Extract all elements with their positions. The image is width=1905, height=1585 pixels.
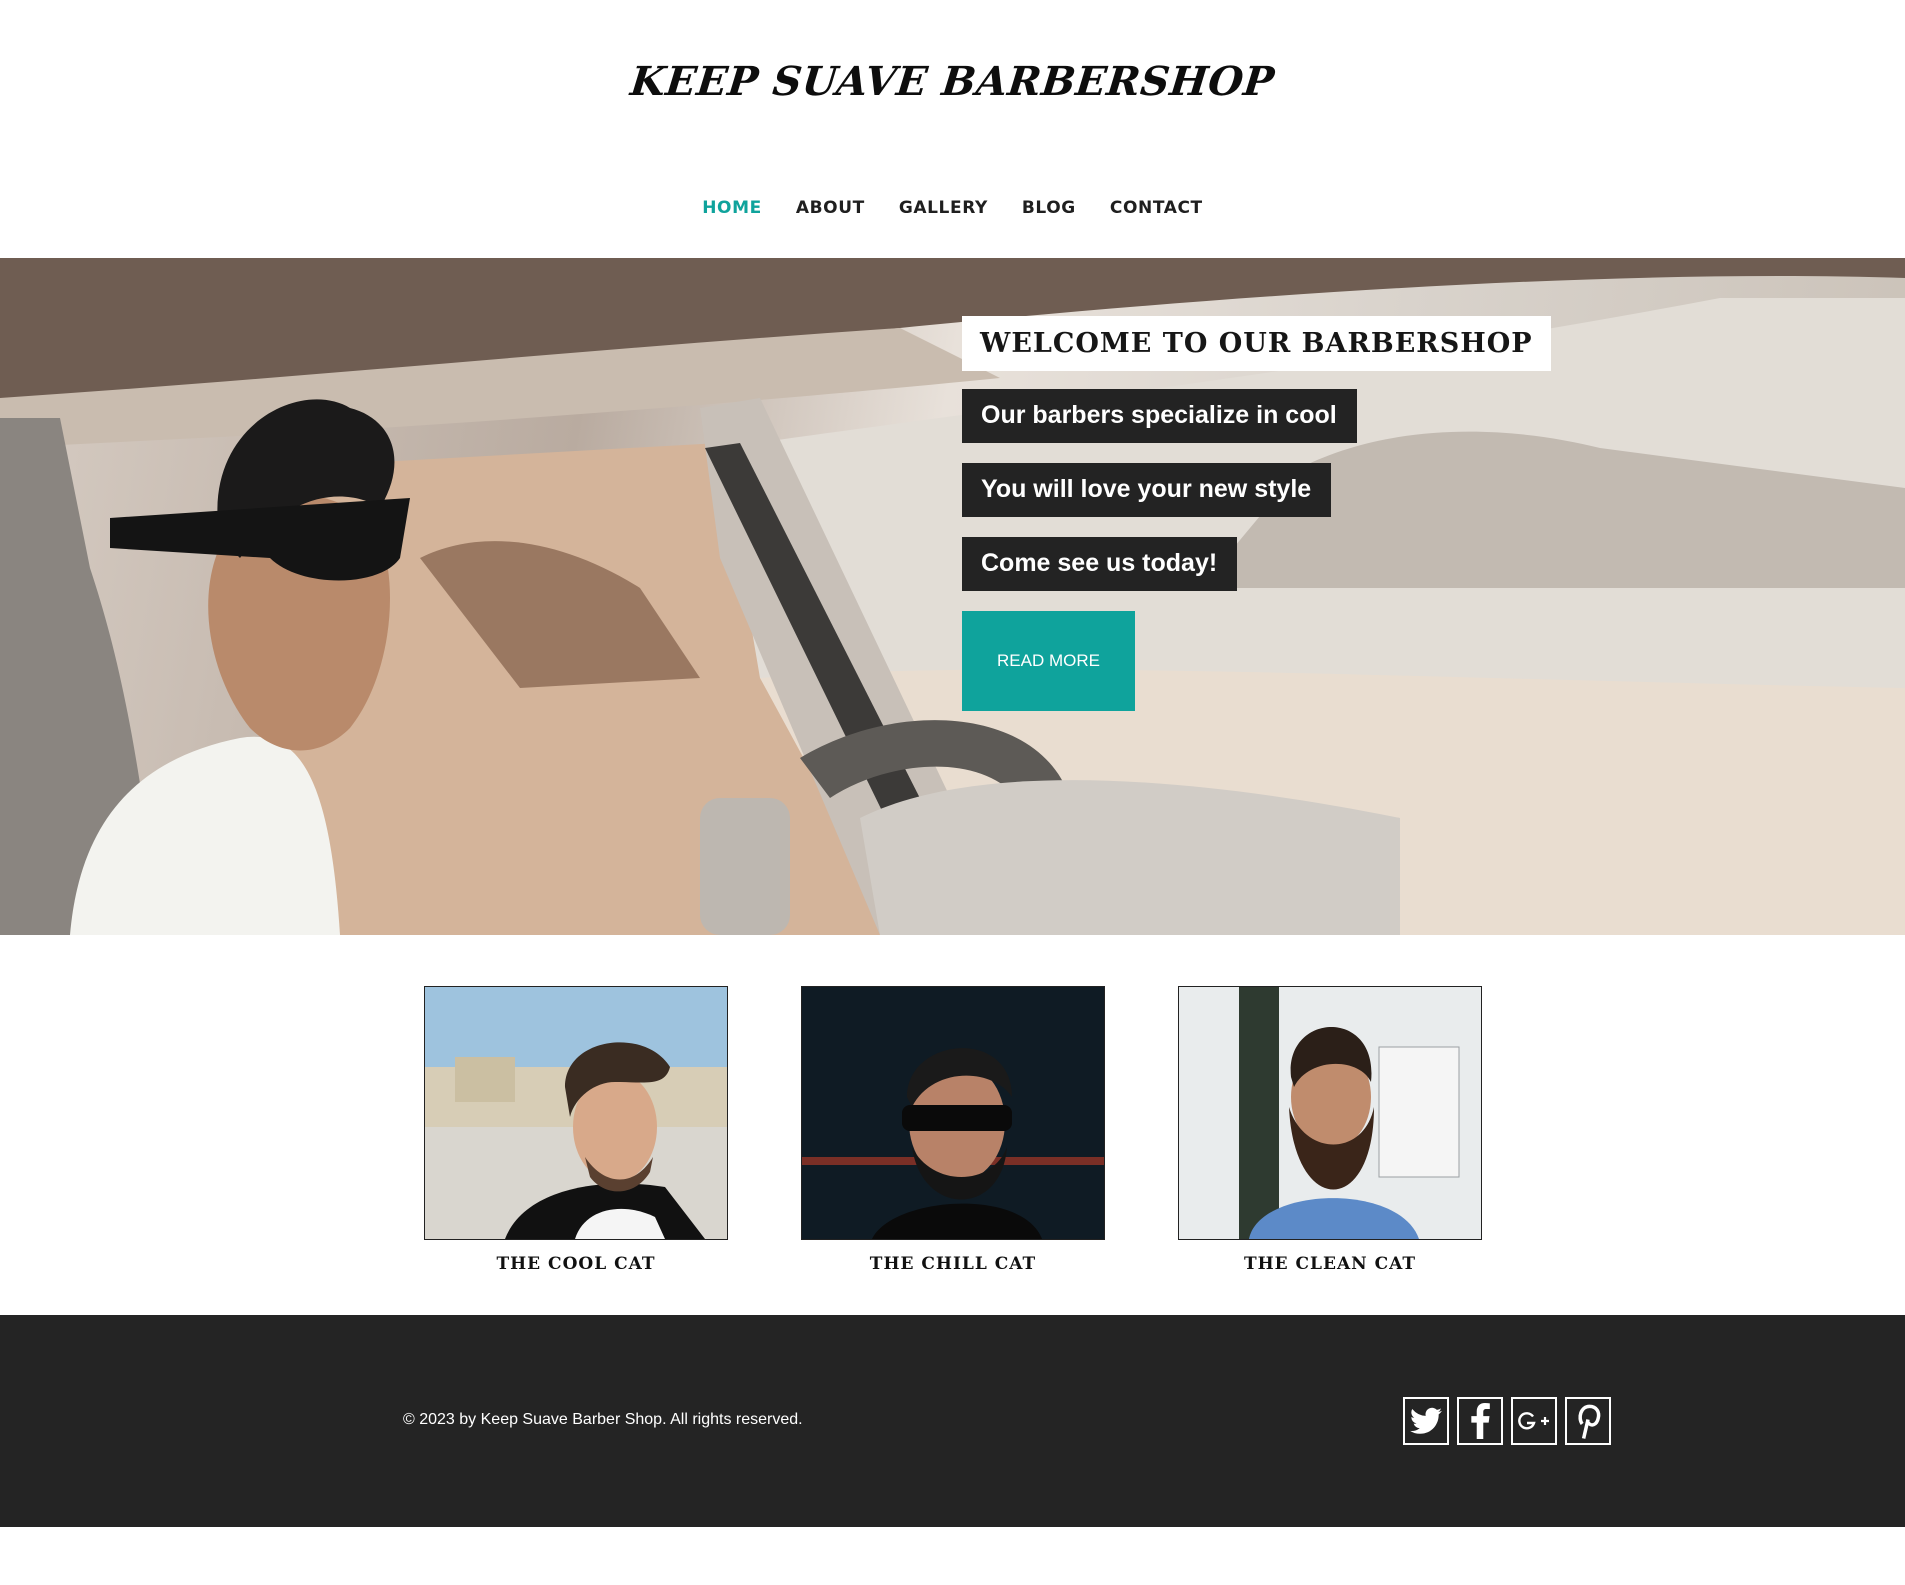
hero-heading: WELCOME TO OUR BARBERSHOP: [962, 316, 1551, 371]
hero-line-2: You will love your new style: [962, 463, 1332, 517]
hero-line-1: Our barbers specialize in cool: [962, 389, 1357, 443]
gallery-caption: THE CHILL CAT: [869, 1254, 1037, 1274]
gallery-caption: THE COOL CAT: [496, 1254, 656, 1274]
twitter-icon[interactable]: [1403, 1397, 1449, 1445]
gallery-card[interactable]: THE CHILL CAT: [801, 986, 1105, 1274]
nav-item-about[interactable]: ABOUT: [796, 198, 865, 218]
facebook-icon[interactable]: [1457, 1397, 1503, 1445]
hero-banner: WELCOME TO OUR BARBERSHOP Our barbers sp…: [0, 258, 1905, 935]
gallery-caption: THE CLEAN CAT: [1243, 1254, 1417, 1274]
nav-item-contact[interactable]: CONTACT: [1110, 198, 1203, 218]
gallery-card[interactable]: THE CLEAN CAT: [1178, 986, 1482, 1274]
copyright-text: © 2023 by Keep Suave Barber Shop. All ri…: [403, 1411, 803, 1428]
cool-cat-image: [425, 987, 727, 1239]
site-title[interactable]: KEEP SUAVE BARBERSHOP: [0, 58, 1905, 105]
nav-item-home[interactable]: HOME: [702, 198, 762, 218]
gallery-photo[interactable]: [424, 986, 728, 1240]
gallery-card[interactable]: THE COOL CAT: [424, 986, 728, 1274]
nav-item-gallery[interactable]: GALLERY: [899, 198, 988, 218]
chill-cat-image: [802, 987, 1104, 1239]
pinterest-icon[interactable]: [1565, 1397, 1611, 1445]
gallery-photo[interactable]: [1178, 986, 1482, 1240]
hero-image: [0, 258, 1905, 935]
nav-item-blog[interactable]: BLOG: [1022, 198, 1076, 218]
google-plus-icon[interactable]: [1511, 1397, 1557, 1445]
read-more-button[interactable]: READ MORE: [962, 611, 1135, 711]
gallery-photo[interactable]: [801, 986, 1105, 1240]
main-nav: HOME ABOUT GALLERY BLOG CONTACT: [0, 198, 1905, 218]
footer: © 2023 by Keep Suave Barber Shop. All ri…: [0, 1315, 1905, 1527]
hero-line-3: Come see us today!: [962, 537, 1238, 591]
social-links: [1403, 1397, 1611, 1445]
clean-cat-image: [1179, 987, 1481, 1239]
